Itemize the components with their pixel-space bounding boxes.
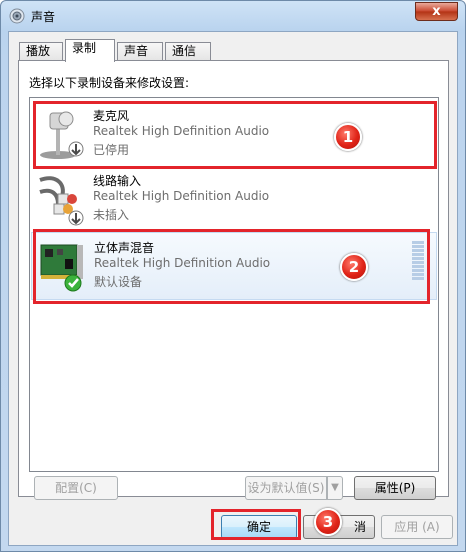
highlight-box-1 — [33, 101, 437, 169]
device-status: 未插入 — [93, 208, 130, 222]
tab-recording[interactable]: 录制 — [65, 39, 115, 62]
window-title: 声音 — [31, 10, 56, 24]
close-button[interactable]: x — [415, 2, 458, 21]
configure-button[interactable]: 配置(C) — [34, 476, 118, 500]
tab-playback[interactable]: 播放 — [19, 42, 63, 61]
tab-communications[interactable]: 通信 — [165, 42, 211, 61]
highlight-box-3 — [211, 509, 301, 540]
step-marker-1: 1 — [334, 123, 362, 151]
instruction-text: 选择以下录制设备来修改设置: — [29, 76, 190, 90]
speaker-icon — [9, 8, 25, 24]
tab-sounds[interactable]: 声音 — [117, 42, 163, 61]
step-marker-3: 3 — [314, 508, 342, 536]
device-item-line-in[interactable]: 线路输入 Realtek High Definition Audio 未插入 — [31, 166, 437, 232]
set-default-button[interactable]: 设为默认值(S) — [245, 476, 327, 500]
line-in-cable-icon — [39, 176, 84, 226]
device-name: 线路输入 — [93, 174, 142, 188]
highlight-box-2 — [33, 229, 430, 304]
apply-button[interactable]: 应用 (A) — [381, 515, 453, 539]
properties-button[interactable]: 属性(P) — [354, 476, 436, 500]
set-default-dropdown-arrow[interactable]: ▼ — [327, 476, 343, 500]
step-marker-2: 2 — [340, 253, 368, 281]
title-bar[interactable]: 声音 x — [1, 1, 465, 31]
device-driver: Realtek High Definition Audio — [93, 189, 270, 203]
